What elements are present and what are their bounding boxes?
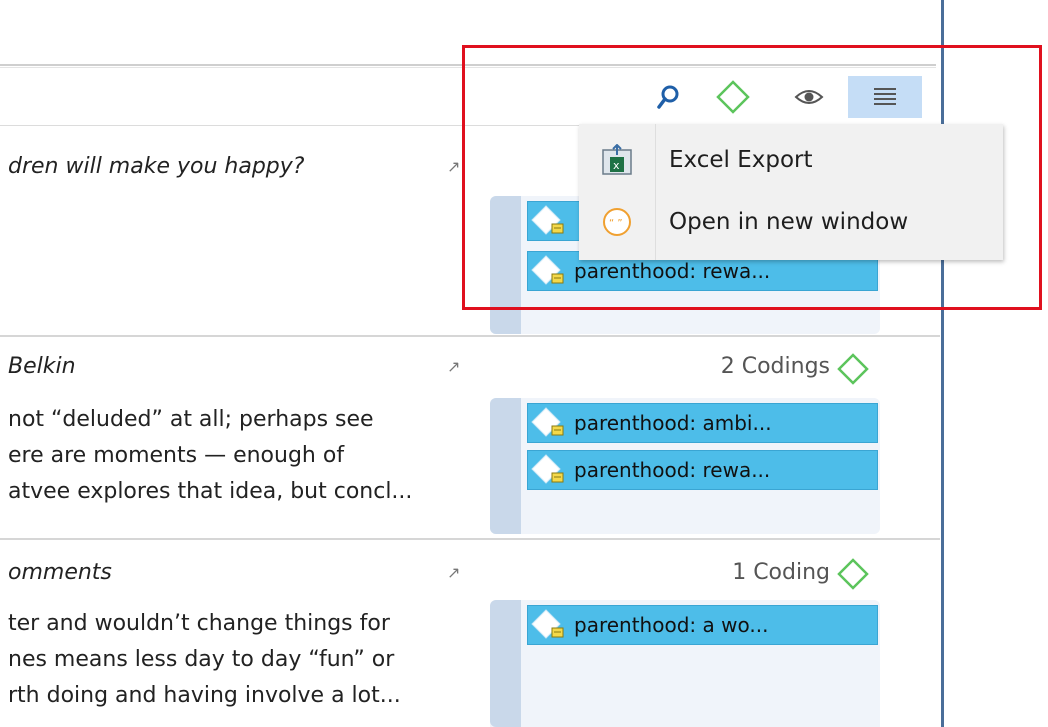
document-separator <box>0 335 940 337</box>
code-diamond-icon[interactable] <box>836 557 870 595</box>
document-title[interactable]: Belkin <box>8 354 76 379</box>
document-snippet-line: nes means less day to day “fun” or <box>8 647 395 672</box>
code-tag-label: parenthood: rewa... <box>574 458 771 482</box>
code-tag-label: parenthood: a wo... <box>574 613 769 637</box>
document-snippet-line: atvee explores that idea, but concl... <box>8 479 413 504</box>
code-diamond-icon[interactable] <box>836 352 870 390</box>
document-snippet-line: ere are moments — enough of <box>8 443 345 468</box>
coding-panel: parenthood: a wo... <box>490 600 880 727</box>
open-document-arrow-icon[interactable]: ↗ <box>447 357 460 376</box>
coding-gutter <box>490 600 521 727</box>
coding-panel: parenthood: ambi... parenthood: rewa... <box>490 398 880 534</box>
document-title[interactable]: dren will make you happy? <box>8 154 304 179</box>
code-memo-icon <box>528 451 568 489</box>
document-separator <box>0 538 940 540</box>
document-snippet-line: ter and wouldn’t change things for <box>8 611 390 636</box>
open-document-arrow-icon[interactable]: ↗ <box>447 157 460 176</box>
coding-count: 1 Coding <box>732 560 830 585</box>
code-tag[interactable]: parenthood: ambi... <box>527 403 878 443</box>
coding-count: 2 Codings <box>720 354 830 379</box>
highlight-annotation-box <box>462 45 1042 310</box>
code-tag[interactable]: parenthood: a wo... <box>527 605 878 645</box>
open-document-arrow-icon[interactable]: ↗ <box>447 563 460 582</box>
code-memo-icon <box>528 404 568 442</box>
document-snippet-line: not “deluded” at all; perhaps see <box>8 407 374 432</box>
document-title[interactable]: omments <box>8 560 112 585</box>
code-memo-icon <box>528 606 568 644</box>
code-tag-label: parenthood: ambi... <box>574 411 772 435</box>
coding-gutter <box>490 398 521 534</box>
code-tag[interactable]: parenthood: rewa... <box>527 450 878 490</box>
document-snippet-line: rth doing and having involve a lot... <box>8 683 401 708</box>
